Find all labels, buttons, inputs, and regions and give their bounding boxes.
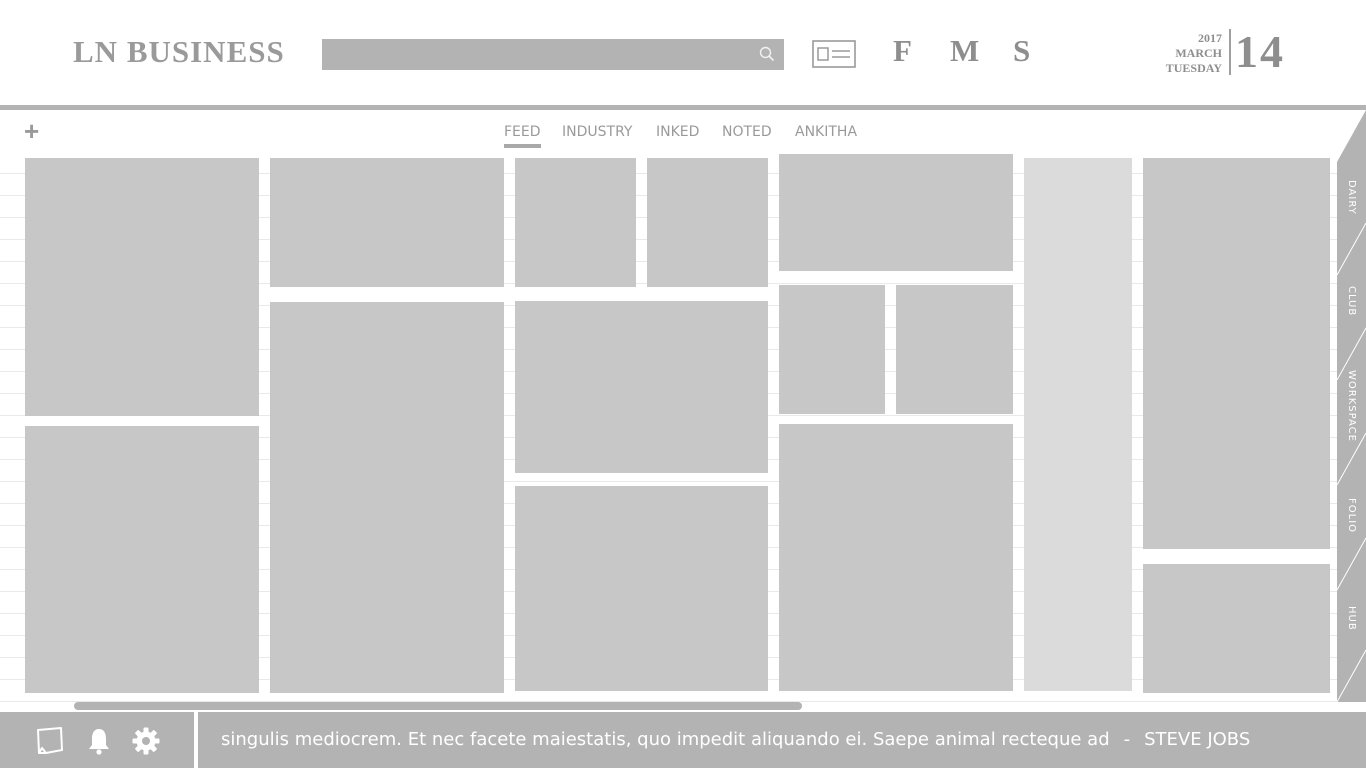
app-logo[interactable]: LN BUSINESS: [73, 34, 285, 70]
date-divider: [1229, 29, 1231, 75]
date-day: 14: [1235, 26, 1285, 77]
quote-ticker: singulis mediocrem. Et nec facete maiest…: [221, 729, 1250, 750]
feed-tile[interactable]: [25, 426, 259, 693]
footer-divider: [194, 712, 198, 768]
header-divider: [0, 105, 1366, 110]
id-card-icon[interactable]: [812, 40, 856, 68]
tab-noted[interactable]: NOTED: [722, 124, 772, 140]
tab-ankitha[interactable]: ANKITHA: [795, 124, 857, 140]
tab-feed[interactable]: FEED: [504, 124, 541, 148]
settings-gear-icon[interactable]: [131, 726, 161, 756]
feed-tile[interactable]: [25, 158, 259, 416]
feed-tile[interactable]: [779, 424, 1013, 691]
side-tab-folio[interactable]: FOLIO: [1337, 486, 1366, 546]
feed-tile[interactable]: [515, 158, 636, 287]
side-tab-workspace[interactable]: WORKSPACE: [1337, 356, 1366, 456]
search-icon[interactable]: [759, 46, 775, 62]
tab-inked[interactable]: INKED: [656, 124, 699, 140]
date-text: 2017 MARCH TUESDAY: [1150, 31, 1222, 76]
search-input[interactable]: [322, 39, 752, 70]
s-button[interactable]: S: [1013, 33, 1030, 69]
add-button[interactable]: +: [24, 118, 39, 144]
feed-tile[interactable]: [515, 486, 768, 691]
feed-tile[interactable]: [647, 158, 768, 287]
feed-tile[interactable]: [270, 302, 504, 693]
quote-author: STEVE JOBS: [1144, 729, 1251, 750]
date-display: 2017 MARCH TUESDAY 14: [1150, 27, 1290, 79]
feed-tile[interactable]: [1143, 564, 1330, 693]
date-year: 2017: [1198, 31, 1222, 45]
side-tab-hub[interactable]: HUB: [1337, 592, 1366, 644]
app-window: LN BUSINESS F M S 2017 MARCH TUESDAY 14: [0, 0, 1366, 768]
search-bar[interactable]: [322, 39, 784, 70]
quote-text: singulis mediocrem. Et nec facete maiest…: [221, 729, 1110, 750]
horizontal-scrollbar[interactable]: [74, 702, 802, 710]
f-button[interactable]: F: [893, 33, 912, 69]
feed-tile[interactable]: [779, 154, 1013, 271]
side-tab-club[interactable]: CLUB: [1337, 272, 1366, 330]
feed-tile[interactable]: [779, 285, 885, 414]
feed-tile[interactable]: [1143, 158, 1330, 549]
date-month: MARCH: [1175, 46, 1222, 60]
m-button[interactable]: M: [950, 33, 979, 69]
feed-tile[interactable]: [1024, 158, 1132, 691]
top-header: LN BUSINESS F M S 2017 MARCH TUESDAY 14: [0, 0, 1366, 106]
tab-industry[interactable]: INDUSTRY: [562, 124, 632, 140]
notes-icon[interactable]: [35, 726, 65, 756]
date-weekday: TUESDAY: [1165, 61, 1222, 75]
side-tab-dairy[interactable]: DAIRY: [1337, 168, 1366, 226]
feed-tile[interactable]: [515, 301, 768, 473]
bell-icon[interactable]: [84, 726, 114, 756]
feed-tile[interactable]: [896, 285, 1013, 414]
footer-bar: singulis mediocrem. Et nec facete maiest…: [0, 712, 1366, 768]
quote-separator: -: [1123, 729, 1131, 750]
feed-tile[interactable]: [270, 158, 504, 287]
